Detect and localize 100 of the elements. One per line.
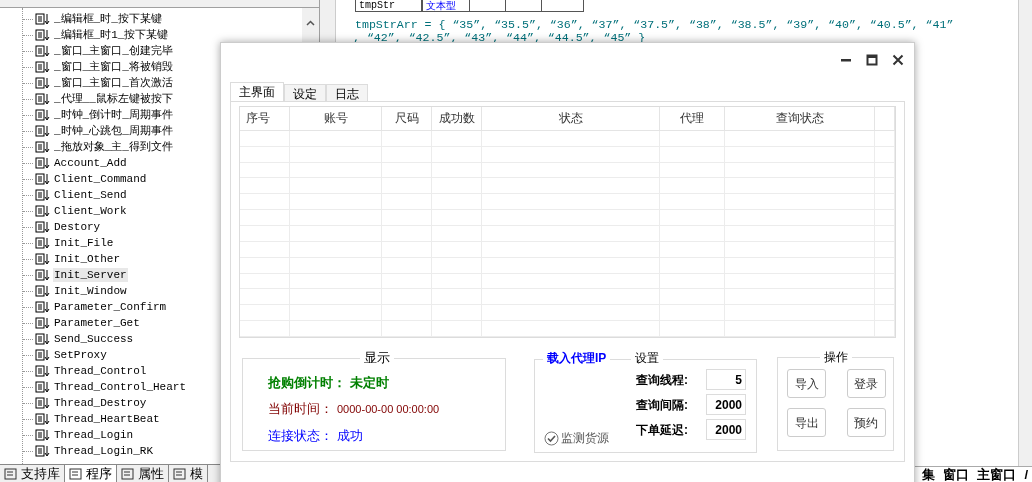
tree-item[interactable]: _拖放对象_主_得到文件 [53, 140, 174, 154]
scrollbar[interactable] [1018, 0, 1032, 466]
bottom-tab[interactable]: 程序 [65, 465, 117, 482]
tree-item[interactable]: Thread_Destroy [53, 396, 148, 410]
procedure-icon [35, 205, 51, 217]
code-line: tmpStrArr = { “35”, “35.5”, “36”, “37”, “37.5”, “38”, “38.5”, “39”, “40”, “40.5”, “41” [355, 18, 955, 31]
tree-item[interactable]: Client_Command [53, 172, 148, 186]
table-cell: 文本型 [422, 0, 470, 12]
load-proxy-link[interactable]: 载入代理IP [543, 350, 611, 366]
procedure-icon [35, 221, 51, 233]
tree-item[interactable]: Thread_Login_RK [53, 444, 155, 458]
tab-icon [4, 467, 18, 480]
tree-item[interactable]: _窗口_主窗口_首次激活 [53, 76, 174, 90]
tree-item[interactable]: Thread_Control_Heart [53, 380, 188, 394]
tree-item[interactable]: _窗口_主窗口_将被销毁 [53, 60, 174, 74]
procedure-icon [35, 77, 51, 89]
tree-item[interactable]: Client_Send [53, 188, 128, 202]
check-icon[interactable] [544, 430, 559, 446]
group-title: 操作 [820, 349, 852, 365]
tab[interactable]: 日志 [326, 84, 368, 101]
procedure-icon [35, 109, 51, 121]
tree-item[interactable]: Client_Work [53, 204, 128, 218]
procedure-icon [35, 45, 51, 57]
input-field[interactable]: 2000 [706, 419, 746, 440]
tree-item[interactable]: _编辑框_时_按下某键 [53, 12, 163, 26]
procedure-icon [35, 445, 51, 457]
field-label: 查询线程: [636, 371, 689, 389]
checkbox-label[interactable]: 监测货源 [561, 429, 609, 447]
tree-item[interactable]: _编辑框_时1_按下某键 [53, 28, 170, 42]
procedure-icon [35, 173, 51, 185]
tree-item[interactable]: _时钟_倒计时_周期事件 [53, 108, 174, 122]
column-header[interactable]: 状态 [482, 107, 660, 130]
tab[interactable]: 设定 [284, 84, 326, 101]
procedure-icon [35, 413, 51, 425]
editor-tab[interactable]: 主窗口 [977, 467, 1017, 482]
procedure-icon [35, 157, 51, 169]
table-cell [470, 0, 506, 12]
procedure-icon [35, 189, 51, 201]
procedure-icon [35, 269, 51, 281]
tab-icon [173, 467, 187, 480]
tree-item[interactable]: Init_Window [53, 284, 128, 298]
procedure-icon [35, 93, 51, 105]
tree-item[interactable]: Send_Success [53, 332, 135, 346]
time-label: 当前时间： [268, 401, 333, 418]
countdown-label: 抢购倒计时： 未定时 [268, 375, 390, 391]
tree-item[interactable]: Init_File [53, 236, 115, 250]
procedure-icon [35, 285, 51, 297]
procedure-icon [35, 253, 51, 265]
tree-item[interactable]: Parameter_Get [53, 316, 141, 330]
column-header[interactable]: 成功数 [432, 107, 482, 130]
table-cell [542, 0, 584, 12]
procedure-icon [35, 141, 51, 153]
action-button[interactable]: 登录 [846, 369, 886, 398]
tree-item[interactable]: _时钟_心跳包_周期事件 [53, 124, 174, 138]
tree-item[interactable]: _代理__鼠标左键被按下 [53, 92, 174, 106]
field-label: 下单延迟: [636, 421, 689, 439]
procedure-icon [35, 349, 51, 361]
close-icon[interactable] [892, 54, 904, 66]
tree-item[interactable]: _窗口_主窗口_创建完毕 [53, 44, 174, 58]
column-header[interactable]: 账号 [290, 107, 382, 130]
time-value: 0000-00-00 00:00:00 [337, 402, 440, 417]
tree-item[interactable]: Thread_HeartBeat [53, 412, 161, 426]
tree-item[interactable]: Thread_Login [53, 428, 135, 442]
procedure-icon [35, 61, 51, 73]
procedure-icon [35, 429, 51, 441]
tree-item[interactable]: Destory [53, 220, 102, 234]
editor-tab[interactable]: / [1024, 467, 1028, 482]
action-button[interactable]: 导入 [787, 369, 826, 398]
status-label: 连接状态： 成功 [268, 427, 364, 444]
editor-tab[interactable]: 集 [922, 467, 936, 482]
tab-icon [121, 467, 135, 480]
tab[interactable]: 主界面 [230, 82, 284, 101]
table-cell [506, 0, 542, 12]
procedure-icon [35, 317, 51, 329]
column-header[interactable]: 序号 [240, 107, 290, 130]
procedure-icon [35, 365, 51, 377]
table-cell: tmpStr [355, 0, 422, 12]
tree-item[interactable]: Account_Add [53, 156, 128, 170]
procedure-icon [35, 125, 51, 137]
column-header[interactable]: 代理 [660, 107, 725, 130]
tree-item[interactable]: SetProxy [53, 348, 108, 362]
input-field[interactable]: 5 [706, 369, 746, 390]
procedure-icon [35, 381, 51, 393]
procedure-icon [35, 237, 51, 249]
tree-item[interactable]: Thread_Control [53, 364, 148, 378]
group-title: 设置 [631, 350, 663, 366]
action-button[interactable]: 预约 [846, 408, 886, 437]
maximize-icon[interactable] [866, 54, 878, 66]
tree-item[interactable]: Init_Other [53, 252, 121, 266]
tab-icon [69, 467, 83, 480]
column-header[interactable]: 查询状态 [725, 107, 875, 130]
tree-item[interactable]: Init_Server [53, 268, 128, 282]
input-field[interactable]: 2000 [706, 394, 746, 415]
action-button[interactable]: 导出 [787, 408, 826, 437]
tree-item[interactable]: Parameter_Confirm [53, 300, 168, 314]
column-header[interactable]: 尺码 [382, 107, 432, 130]
procedure-icon [35, 29, 51, 41]
editor-tab[interactable]: 窗口 [943, 467, 970, 482]
field-label: 查询间隔: [636, 396, 689, 414]
procedure-icon [35, 333, 51, 345]
